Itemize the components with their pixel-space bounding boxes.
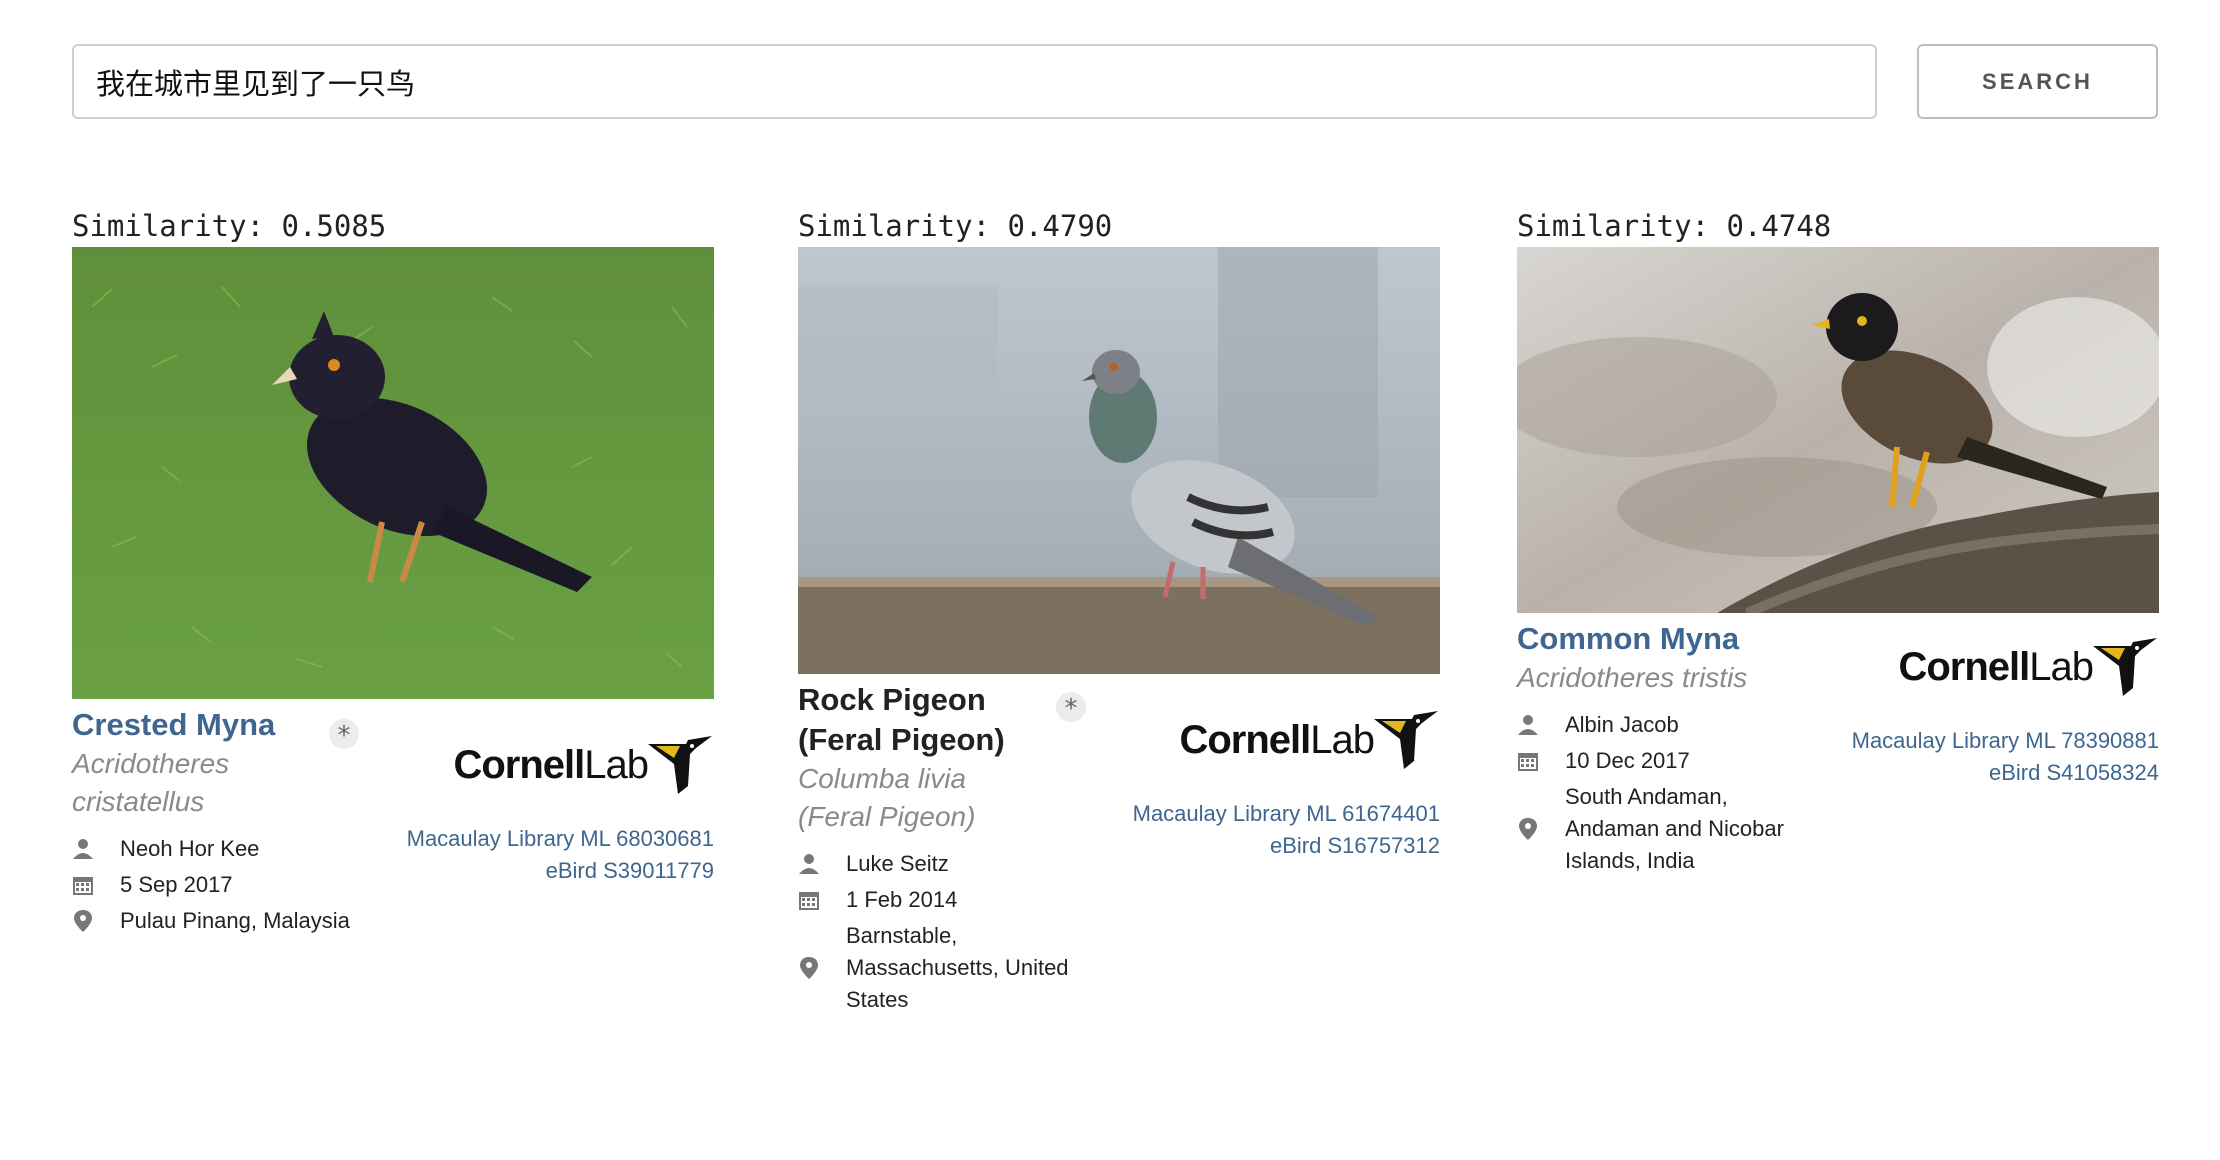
location-pin-icon bbox=[798, 920, 846, 989]
catalog-links: Macaulay Library ML 78390881 eBird S4105… bbox=[1819, 725, 2159, 789]
asterisk-icon[interactable]: * bbox=[1056, 692, 1086, 724]
location-text: Massachusetts, United bbox=[846, 955, 1069, 980]
scientific-name: (Feral Pigeon) bbox=[798, 801, 976, 832]
location-text: South Andaman, bbox=[1565, 784, 1728, 809]
similarity-score: Similarity: 0.5085 bbox=[72, 209, 387, 243]
observation-date: 1 Feb 2014 bbox=[846, 887, 958, 912]
location-text: Andaman and Nicobar bbox=[1565, 816, 1784, 841]
location-text: Islands, India bbox=[1565, 848, 1695, 873]
location-text: Pulau Pinang, Malaysia bbox=[120, 908, 350, 933]
common-name-link[interactable]: Crested Myna bbox=[72, 705, 372, 745]
location-row: South Andaman, Andaman and Nicobar Islan… bbox=[1517, 781, 1817, 877]
cornell-lab-logo[interactable]: CornellLab bbox=[1898, 635, 2159, 699]
meta-list: Luke Seitz 1 Feb 2014 Barnstable, Massac… bbox=[798, 848, 1088, 1016]
common-name: (Feral Pigeon) bbox=[798, 722, 1005, 757]
similarity-score: Similarity: 0.4790 bbox=[798, 209, 1113, 243]
calendar-icon bbox=[72, 869, 120, 905]
date-row: 5 Sep 2017 bbox=[72, 869, 372, 905]
woodpecker-icon bbox=[648, 736, 712, 794]
location-pin-icon bbox=[72, 905, 120, 942]
asterisk-icon[interactable]: * bbox=[329, 719, 359, 751]
date-row: 1 Feb 2014 bbox=[798, 884, 1088, 920]
woodpecker-icon bbox=[2093, 638, 2157, 696]
search-input[interactable] bbox=[72, 44, 1877, 119]
common-name-link[interactable]: Common Myna bbox=[1517, 619, 1817, 659]
result-card: Similarity: 0.4748 Common Myna Acridothe… bbox=[1517, 205, 2159, 873]
location-row: Pulau Pinang, Malaysia bbox=[72, 905, 372, 942]
ebird-link[interactable]: eBird S16757312 bbox=[1100, 830, 1440, 862]
calendar-icon bbox=[798, 884, 846, 920]
photographer-name: Albin Jacob bbox=[1565, 712, 1679, 737]
scientific-name: cristatellus bbox=[72, 786, 205, 817]
location-pin-icon bbox=[1517, 781, 1565, 850]
photographer-row: Albin Jacob bbox=[1517, 709, 1817, 745]
location-text: Barnstable, bbox=[846, 923, 958, 948]
observation-date: 10 Dec 2017 bbox=[1565, 748, 1690, 773]
location-row: Barnstable, Massachusetts, United States bbox=[798, 920, 1088, 1016]
photographer-row: Neoh Hor Kee bbox=[72, 833, 372, 869]
woodpecker-icon bbox=[1374, 711, 1438, 769]
photographer-name: Luke Seitz bbox=[846, 851, 949, 876]
photographer-row: Luke Seitz bbox=[798, 848, 1088, 884]
common-name: Rock Pigeon bbox=[798, 682, 986, 717]
meta-list: Neoh Hor Kee 5 Sep 2017 Pulau Pinang, Ma… bbox=[72, 833, 372, 942]
bird-photo[interactable] bbox=[798, 247, 1440, 674]
macaulay-library-link[interactable]: Macaulay Library ML 61674401 bbox=[1100, 798, 1440, 830]
macaulay-library-link[interactable]: Macaulay Library ML 68030681 bbox=[374, 823, 714, 855]
location-text: States bbox=[846, 987, 909, 1012]
person-icon bbox=[798, 848, 846, 884]
catalog-links: Macaulay Library ML 61674401 eBird S1675… bbox=[1100, 798, 1440, 862]
similarity-score: Similarity: 0.4748 bbox=[1517, 209, 1832, 243]
scientific-name: Acridotheres tristis bbox=[1517, 662, 1748, 693]
result-card: Similarity: 0.5085 Crested Myna Acridoth… bbox=[72, 205, 714, 933]
catalog-links: Macaulay Library ML 68030681 eBird S3901… bbox=[374, 823, 714, 887]
person-icon bbox=[1517, 709, 1565, 745]
calendar-icon bbox=[1517, 745, 1565, 781]
scientific-name: Acridotheres bbox=[72, 748, 230, 779]
observation-date: 5 Sep 2017 bbox=[120, 872, 233, 897]
search-button[interactable]: SEARCH bbox=[1917, 44, 2158, 119]
bird-photo[interactable] bbox=[1517, 247, 2159, 613]
ebird-link[interactable]: eBird S41058324 bbox=[1819, 757, 2159, 789]
cornell-lab-logo[interactable]: CornellLab bbox=[1179, 708, 1440, 772]
photographer-name: Neoh Hor Kee bbox=[120, 836, 260, 861]
cornell-lab-logo[interactable]: CornellLab bbox=[453, 733, 714, 797]
result-card: Similarity: 0.4790 Rock Pigeon (Feral Pi… bbox=[798, 205, 1440, 1012]
date-row: 10 Dec 2017 bbox=[1517, 745, 1817, 781]
person-icon bbox=[72, 833, 120, 869]
bird-photo[interactable] bbox=[72, 247, 714, 699]
scientific-name: Columba livia bbox=[798, 763, 967, 794]
meta-list: Albin Jacob 10 Dec 2017 South Andaman, A… bbox=[1517, 709, 1817, 877]
macaulay-library-link[interactable]: Macaulay Library ML 78390881 bbox=[1819, 725, 2159, 757]
ebird-link[interactable]: eBird S39011779 bbox=[374, 855, 714, 887]
